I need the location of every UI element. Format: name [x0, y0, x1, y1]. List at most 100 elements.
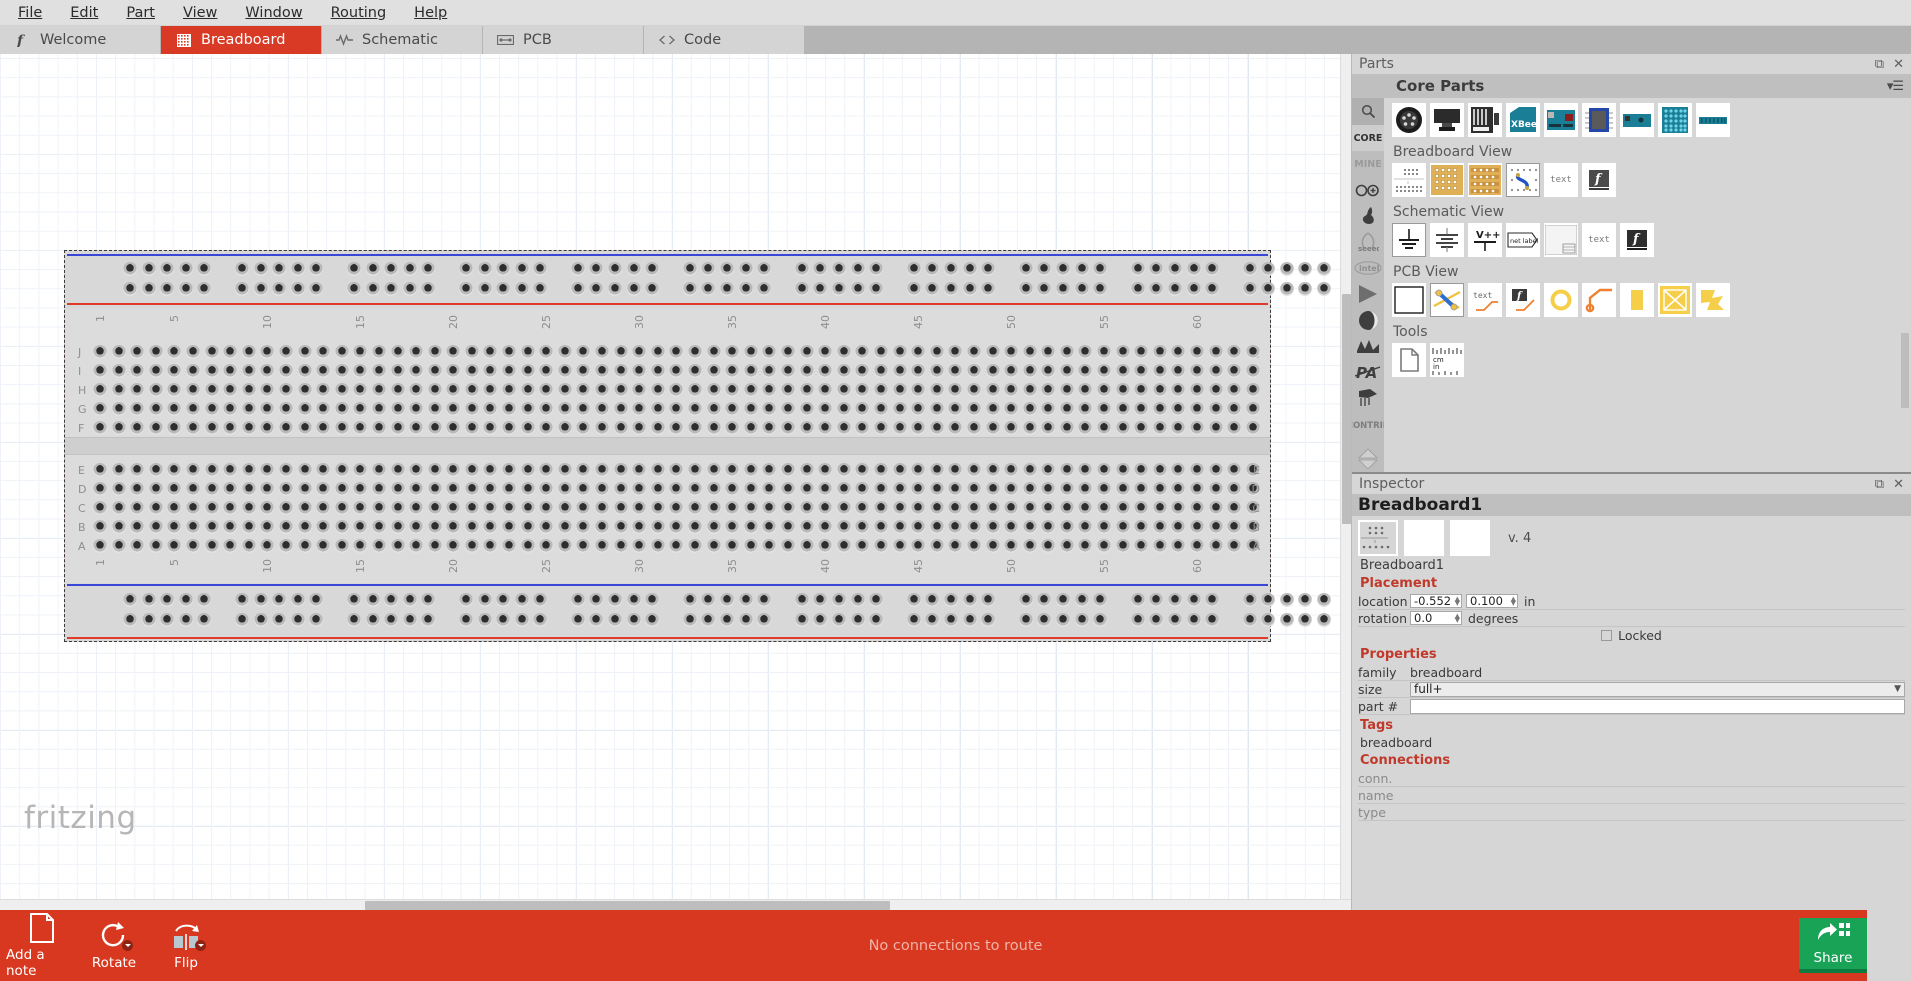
breadboard-hole[interactable] — [981, 593, 996, 607]
breadboard-hole[interactable] — [1097, 402, 1112, 416]
breadboard-hole[interactable] — [632, 402, 647, 416]
breadboard-hole[interactable] — [167, 539, 182, 553]
breadboard-hole[interactable] — [390, 520, 405, 534]
breadboard-hole[interactable] — [130, 383, 145, 397]
breadboard-hole[interactable] — [1134, 383, 1149, 397]
breadboard-hole[interactable] — [130, 539, 145, 553]
breadboard-hole[interactable] — [197, 262, 212, 276]
breadboard-hole[interactable] — [855, 383, 870, 397]
tab-schematic[interactable]: Schematic — [322, 26, 483, 54]
breadboard-hole[interactable] — [981, 613, 996, 627]
breadboard-hole[interactable] — [1261, 593, 1276, 607]
breadboard-hole[interactable] — [1317, 282, 1332, 296]
breadboard-hole[interactable] — [241, 421, 256, 435]
breadboard-hole[interactable] — [1245, 345, 1260, 359]
breadboard-hole[interactable] — [1078, 482, 1093, 496]
hole-part[interactable] — [1544, 283, 1578, 317]
breadboard-hole[interactable] — [911, 539, 926, 553]
breadboard-hole[interactable] — [409, 539, 424, 553]
breadboard-hole[interactable] — [613, 383, 628, 397]
breadboard-hole[interactable] — [309, 593, 324, 607]
breadboard-hole[interactable] — [701, 262, 716, 276]
breadboard-hole[interactable] — [929, 482, 944, 496]
breadboard-hole[interactable] — [1078, 402, 1093, 416]
breadboard-hole[interactable] — [1074, 613, 1089, 627]
breadboard-hole[interactable] — [185, 402, 200, 416]
breadboard-hole[interactable] — [384, 593, 399, 607]
canvas-horizontal-scrollbar[interactable] — [0, 899, 1351, 910]
breadboard-hole[interactable] — [1093, 593, 1108, 607]
breadboard-hole[interactable] — [1298, 613, 1313, 627]
breadboard-hole[interactable] — [1205, 262, 1220, 276]
breadboard-hole[interactable] — [130, 501, 145, 515]
battery-symbol-part[interactable] — [1430, 223, 1464, 257]
breadboard-hole[interactable] — [1041, 539, 1056, 553]
breadboard-hole[interactable] — [948, 421, 963, 435]
breadboard-hole[interactable] — [589, 613, 604, 627]
breadboard-hole[interactable] — [427, 383, 442, 397]
breadboard-hole[interactable] — [743, 520, 758, 534]
header-strip-part[interactable] — [1696, 103, 1730, 137]
breadboard-hole[interactable] — [650, 364, 665, 378]
breadboard-hole[interactable] — [496, 282, 511, 296]
breadboard-hole[interactable] — [669, 345, 684, 359]
breadboard-hole[interactable] — [1152, 421, 1167, 435]
breadboard-hole[interactable] — [818, 421, 833, 435]
breadboard-hole[interactable] — [1190, 383, 1205, 397]
breadboard-hole[interactable] — [1115, 482, 1130, 496]
seeed-icon[interactable]: seeed — [1352, 229, 1384, 255]
breadboard-hole[interactable] — [855, 402, 870, 416]
breadboard-hole[interactable] — [272, 613, 287, 627]
breadboard-hole[interactable] — [1134, 421, 1149, 435]
breadboard-hole[interactable] — [570, 613, 585, 627]
breadboard-hole[interactable] — [1078, 364, 1093, 378]
breadboard-hole[interactable] — [502, 539, 517, 553]
breadboard-hole[interactable] — [632, 463, 647, 477]
breadboard-hole[interactable] — [371, 520, 386, 534]
breadboard-hole[interactable] — [557, 539, 572, 553]
breadboard-hole[interactable] — [632, 501, 647, 515]
breadboard-hole[interactable] — [873, 345, 888, 359]
breadboard-hole[interactable] — [832, 262, 846, 276]
din-connector-part[interactable] — [1392, 103, 1426, 137]
breadboard-hole[interactable] — [743, 402, 758, 416]
breadboard-hole[interactable] — [520, 421, 535, 435]
breadboard-hole[interactable] — [1022, 421, 1037, 435]
breadboard-hole[interactable] — [948, 364, 963, 378]
breadboard-hole[interactable] — [738, 593, 753, 607]
breadboard-hole[interactable] — [539, 345, 554, 359]
breadboard-hole[interactable] — [1115, 345, 1130, 359]
breadboard-hole[interactable] — [743, 345, 758, 359]
breadboard-hole[interactable] — [966, 482, 981, 496]
breadboard-hole[interactable] — [1171, 501, 1186, 515]
breadboard-hole[interactable] — [799, 364, 814, 378]
breadboard-hole[interactable] — [353, 383, 368, 397]
breadboard-hole[interactable] — [1317, 593, 1332, 607]
breadboard-hole[interactable] — [483, 520, 498, 534]
share-button[interactable]: Share — [1799, 918, 1867, 973]
breadboard-hole[interactable] — [130, 463, 145, 477]
flip-button[interactable]: Flip — [150, 910, 222, 981]
breadboard-hole[interactable] — [650, 520, 665, 534]
breadboard-hole[interactable] — [185, 539, 200, 553]
breadboard-hole[interactable] — [290, 262, 305, 276]
breadboard-hole[interactable] — [1018, 282, 1033, 296]
breadboard-hole[interactable] — [334, 520, 349, 534]
breadboard-hole[interactable] — [334, 463, 349, 477]
breadboard-hole[interactable] — [818, 383, 833, 397]
breadboard-hole[interactable] — [650, 482, 665, 496]
breadboard-hole[interactable] — [813, 282, 828, 296]
breadboard-hole[interactable] — [1298, 593, 1313, 607]
breadboard-hole[interactable] — [353, 482, 368, 496]
breadboard-hole[interactable] — [111, 520, 126, 534]
breadboard-hole[interactable] — [520, 383, 535, 397]
breadboard-hole[interactable] — [409, 364, 424, 378]
rotate-menu-dropdown[interactable] — [122, 939, 133, 951]
breadboard-hole[interactable] — [1186, 282, 1201, 296]
breadboard-hole[interactable] — [93, 463, 107, 477]
breadboard-hole[interactable] — [929, 520, 944, 534]
breadboard-hole[interactable] — [371, 364, 386, 378]
breadboard-hole[interactable] — [981, 262, 996, 276]
breadboard-hole[interactable] — [966, 383, 981, 397]
part-number-input[interactable] — [1410, 698, 1905, 714]
